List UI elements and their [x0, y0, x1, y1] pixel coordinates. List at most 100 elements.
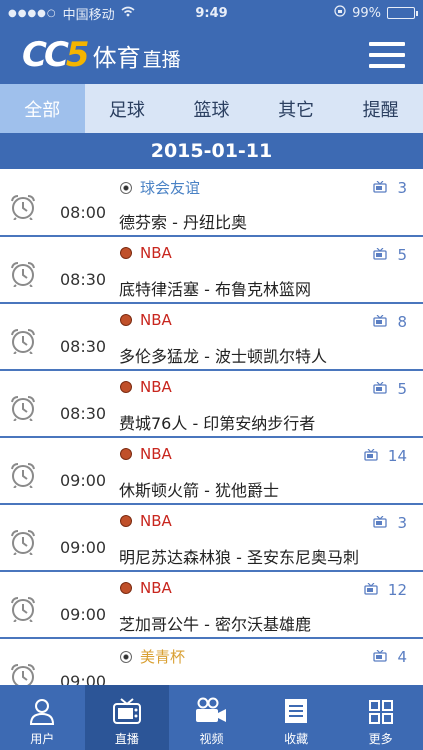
nav-more[interactable]: 更多 — [338, 685, 423, 750]
alarm-clock-icon[interactable] — [9, 261, 37, 288]
tab-all[interactable]: 全部 — [0, 84, 85, 133]
tab-reminders[interactable]: 提醒 — [338, 84, 423, 133]
league-label: NBA — [120, 311, 172, 329]
match-teams: 费城76人 - 印第安纳步行者 — [119, 414, 316, 433]
match-teams: 明尼苏达森林狼 - 圣安东尼奥马刺 — [119, 548, 359, 567]
league-name: NBA — [140, 311, 172, 329]
date-label: 2015-01-11 — [150, 140, 273, 162]
tv-icon — [373, 313, 397, 331]
tab-label: 足球 — [108, 99, 145, 121]
channel-count-value: 14 — [387, 447, 407, 465]
alarm-clock-icon[interactable] — [9, 596, 37, 623]
league-name: NBA — [140, 445, 172, 463]
league-name: 球会友谊 — [140, 179, 201, 197]
basketball-icon — [120, 247, 132, 259]
alarm-clock-icon[interactable] — [9, 328, 37, 355]
tv-icon — [364, 447, 388, 465]
alarm-clock-icon[interactable] — [9, 462, 37, 489]
nav-user[interactable]: 用户 — [0, 685, 85, 750]
basketball-icon — [120, 582, 132, 594]
match-row[interactable]: 08:30 NBA 费城76人 - 印第安纳步行者 5 — [0, 371, 423, 438]
nav-label: 收藏 — [284, 732, 309, 746]
channel-count-value: 8 — [397, 313, 407, 331]
soccer-ball-icon — [120, 181, 132, 194]
tab-label: 全部 — [24, 99, 61, 121]
channel-count[interactable]: 3 — [373, 179, 407, 197]
channel-count-value: 5 — [397, 246, 407, 264]
channel-count[interactable]: 12 — [364, 581, 407, 599]
app-logo: CC 5 体育 直播 — [22, 35, 181, 75]
basketball-icon — [120, 314, 132, 326]
tab-other[interactable]: 其它 — [254, 84, 339, 133]
battery-percent: 99% — [352, 5, 381, 21]
lock-rotation-icon — [334, 5, 346, 21]
tab-football[interactable]: 足球 — [85, 84, 170, 133]
channel-count[interactable]: 3 — [373, 514, 407, 532]
match-row[interactable]: 08:00 球会友谊德芬索 - 丹纽比奥 3 — [0, 170, 423, 237]
league-label: NBA — [120, 445, 172, 463]
tab-basketball[interactable]: 篮球 — [169, 84, 254, 133]
match-time: 08:00 — [60, 203, 107, 222]
logo-live: 直播 — [142, 49, 181, 71]
nav-label: 用户 — [30, 732, 55, 746]
league-name: NBA — [140, 378, 172, 396]
alarm-clock-icon[interactable] — [9, 663, 37, 685]
tv-icon — [373, 179, 397, 197]
match-row[interactable]: 09:00 NBA 明尼苏达森林狼 - 圣安东尼奥马刺 3 — [0, 505, 423, 572]
channel-count-value: 4 — [397, 648, 407, 666]
match-time: 08:30 — [60, 337, 107, 356]
channel-count[interactable]: 8 — [373, 313, 407, 331]
nav-label: 视频 — [199, 732, 224, 746]
match-time: 08:30 — [60, 270, 107, 289]
match-teams: 多伦多猛龙 - 波士顿凯尔特人 — [119, 347, 327, 366]
match-time: 09:00 — [60, 471, 107, 490]
match-time: 09:00 — [60, 672, 107, 685]
nav-live[interactable]: 直播 — [84, 685, 170, 750]
wifi-icon — [121, 6, 135, 21]
carrier-name: 中国移动 — [62, 7, 115, 23]
alarm-clock-icon[interactable] — [9, 529, 37, 556]
match-teams: 德芬索 - 丹纽比奥 — [119, 213, 247, 232]
match-row[interactable]: 08:30 NBA 多伦多猛龙 - 波士顿凯尔特人 8 — [0, 304, 423, 371]
league-label: NBA — [120, 378, 172, 396]
logo-five: 5 — [65, 35, 90, 75]
channel-count[interactable]: 5 — [373, 380, 407, 398]
league-label: NBA — [120, 512, 172, 530]
date-header: 2015-01-11 — [0, 133, 423, 169]
match-row[interactable]: 08:30 NBA 底特律活塞 - 布鲁克林篮网 5 — [0, 237, 423, 304]
logo-cc: CC — [22, 35, 69, 75]
user-icon — [30, 699, 55, 725]
match-row[interactable]: 09:00 NBA 芝加哥公牛 - 密尔沃基雄鹿 12 — [0, 572, 423, 639]
basketball-icon — [120, 448, 132, 460]
bottom-nav: 用户 直播 视频 收藏 更多 — [0, 685, 423, 750]
menu-hamburger-icon[interactable] — [369, 42, 405, 68]
channel-count[interactable]: 4 — [373, 648, 407, 666]
channel-count[interactable]: 14 — [364, 447, 407, 465]
tab-label: 篮球 — [193, 99, 230, 121]
nav-video[interactable]: 视频 — [169, 685, 254, 750]
channel-count-value: 3 — [397, 179, 407, 197]
tab-label: 其它 — [278, 99, 315, 121]
match-list[interactable]: 08:00 球会友谊德芬索 - 丹纽比奥 3 08:30 NBA 底特律活塞 - 布鲁克林… — [0, 170, 423, 685]
match-time: 09:00 — [60, 538, 107, 557]
match-row[interactable]: 09:00 美青杯 4 — [0, 639, 423, 685]
alarm-clock-icon[interactable] — [9, 395, 37, 422]
signal-strength: ●●●●○ — [8, 7, 57, 19]
league-name: NBA — [140, 579, 172, 597]
channel-count-value: 12 — [387, 581, 407, 599]
grid-icon — [368, 700, 393, 724]
league-name: NBA — [140, 512, 172, 530]
nav-favorites[interactable]: 收藏 — [254, 685, 339, 750]
tv-icon — [373, 514, 397, 532]
category-tabs: 全部 足球 篮球 其它 提醒 — [0, 84, 423, 133]
match-teams: 底特律活塞 - 布鲁克林篮网 — [119, 280, 311, 299]
alarm-clock-icon[interactable] — [9, 194, 37, 221]
logo-sports: 体育 — [92, 44, 141, 72]
channel-count[interactable]: 5 — [373, 246, 407, 264]
match-teams: 休斯顿火箭 - 犹他爵士 — [119, 481, 279, 500]
tv-icon — [364, 581, 388, 599]
match-row[interactable]: 09:00 NBA 休斯顿火箭 - 犹他爵士 14 — [0, 438, 423, 505]
nav-label: 更多 — [368, 732, 393, 746]
league-label: NBA — [120, 579, 172, 597]
league-label: 球会友谊 — [120, 177, 200, 198]
